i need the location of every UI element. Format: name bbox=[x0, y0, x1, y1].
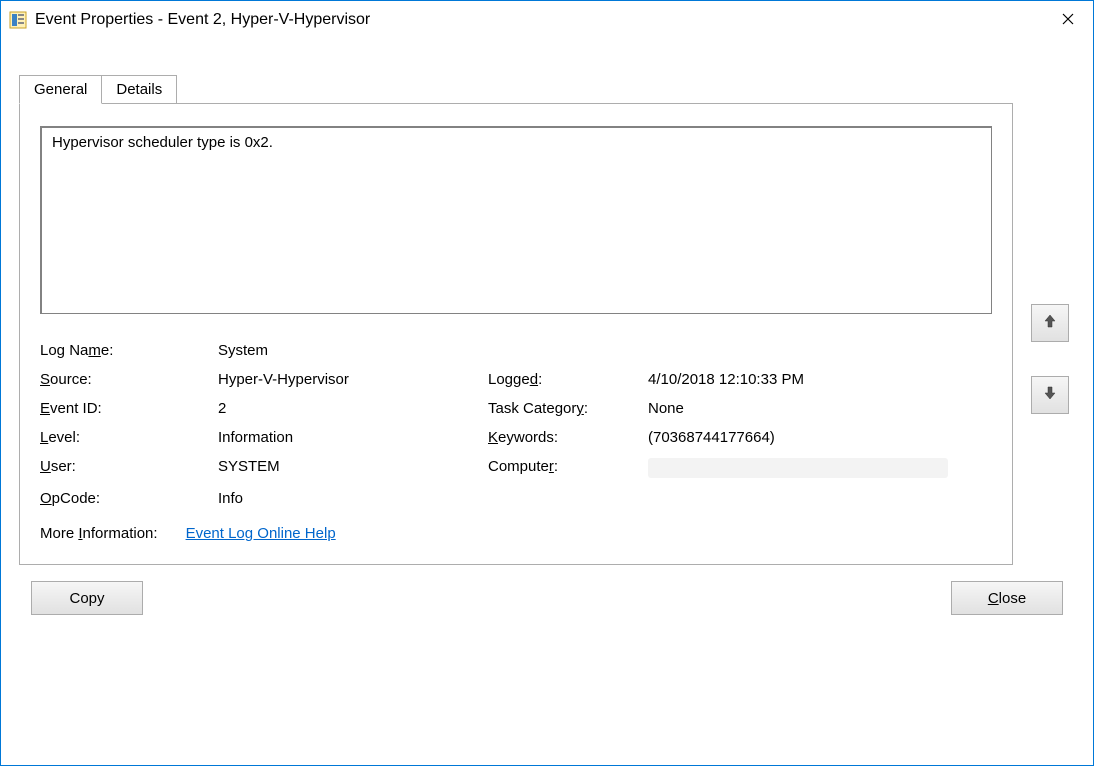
logged-label: Logged: bbox=[488, 371, 648, 388]
event-description[interactable]: Hypervisor scheduler type is 0x2. bbox=[40, 126, 992, 314]
opcode-label: OpCode: bbox=[40, 490, 218, 507]
logged-value: 4/10/2018 12:10:33 PM bbox=[648, 371, 992, 388]
user-label: User: bbox=[40, 458, 218, 478]
event-viewer-icon bbox=[9, 11, 27, 29]
opcode-value: Info bbox=[218, 490, 992, 507]
keywords-label: Keywords: bbox=[488, 429, 648, 446]
source-label: Source: bbox=[40, 371, 218, 388]
nav-arrows bbox=[1025, 104, 1075, 565]
close-icon bbox=[1062, 12, 1074, 29]
close-button[interactable]: Close bbox=[951, 581, 1063, 615]
user-value: SYSTEM bbox=[218, 458, 488, 478]
titlebar: Event Properties - Event 2, Hyper-V-Hype… bbox=[1, 1, 1093, 39]
window-title: Event Properties - Event 2, Hyper-V-Hype… bbox=[35, 11, 1043, 29]
level-value: Information bbox=[218, 429, 488, 446]
previous-event-button[interactable] bbox=[1031, 304, 1069, 342]
tab-details[interactable]: Details bbox=[102, 75, 177, 104]
source-value: Hyper-V-Hypervisor bbox=[218, 371, 488, 388]
close-window-button[interactable] bbox=[1043, 1, 1093, 39]
arrow-down-icon bbox=[1042, 385, 1058, 405]
tab-general[interactable]: General bbox=[19, 75, 102, 104]
tab-strip: General Details bbox=[19, 75, 1075, 104]
general-panel: Hypervisor scheduler type is 0x2. Log Na… bbox=[19, 103, 1013, 565]
task-category-label: Task Category: bbox=[488, 400, 648, 417]
event-properties-window: Event Properties - Event 2, Hyper-V-Hype… bbox=[0, 0, 1094, 766]
task-category-value: None bbox=[648, 400, 992, 417]
content-area: General Details Hypervisor scheduler typ… bbox=[1, 39, 1093, 765]
computer-value bbox=[648, 458, 992, 478]
computer-label: Computer: bbox=[488, 458, 648, 478]
keywords-value: (70368744177664) bbox=[648, 429, 992, 446]
event-log-online-help-link[interactable]: Event Log Online Help bbox=[186, 525, 336, 542]
log-name-value: System bbox=[218, 342, 992, 359]
more-information-label: More Information: bbox=[40, 525, 158, 542]
copy-button[interactable]: Copy bbox=[31, 581, 143, 615]
event-id-label: Event ID: bbox=[40, 400, 218, 417]
button-row: Copy Close bbox=[19, 565, 1075, 615]
log-name-label: Log Name: bbox=[40, 342, 218, 359]
level-label: Level: bbox=[40, 429, 218, 446]
next-event-button[interactable] bbox=[1031, 376, 1069, 414]
event-fields: Log Name: System Source: Hyper-V-Hypervi… bbox=[40, 342, 992, 542]
event-id-value: 2 bbox=[218, 400, 488, 417]
arrow-up-icon bbox=[1042, 313, 1058, 333]
